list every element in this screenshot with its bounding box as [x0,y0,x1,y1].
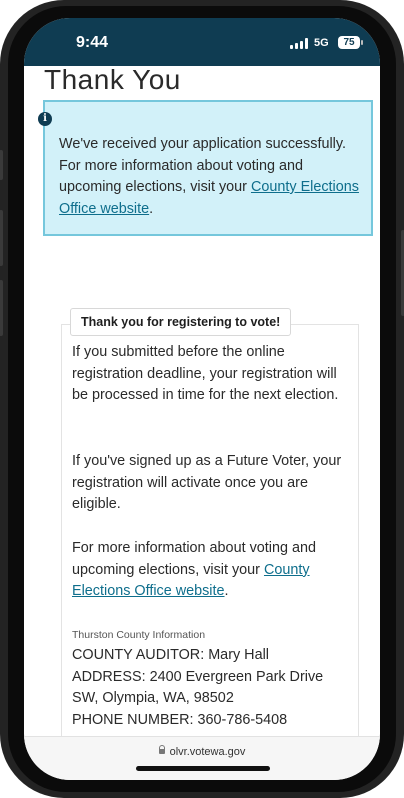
volume-down-button [0,280,3,336]
info-icon: i [38,112,52,126]
page-content[interactable]: Thank You i We've received your applicat… [24,66,380,738]
card-heading: Thank you for registering to vote! [70,308,292,336]
deadline-paragraph: If you submitted before the online regis… [72,344,339,404]
county-phone: PHONE NUMBER: 360-786-5408 [72,712,288,729]
status-bar: 9:44 5G 75 [24,18,380,66]
phone-frame: 9:44 5G 75 Thank You i We've received yo… [0,0,404,798]
alert-message: We've received your application successf… [59,134,367,220]
home-indicator[interactable] [136,766,270,771]
silent-switch [0,150,3,180]
county-info: COUNTY AUDITOR: Mary Hall ADDRESS: 2400 … [72,645,352,732]
more-info-text-end: . [224,583,229,600]
more-info-paragraph: For more information about voting and up… [72,538,352,603]
success-alert: i We've received your application succes… [38,100,373,236]
signal-icon [290,38,308,49]
url-text: olvr.votewa.gov [169,746,246,758]
battery-icon: 75 [338,36,360,49]
url-display[interactable]: olvr.votewa.gov [24,744,380,758]
county-auditor: COUNTY AUDITOR: Mary Hall [72,647,269,663]
volume-up-button [0,210,3,266]
battery-tip [361,40,363,45]
network-type: 5G [314,37,329,49]
status-time: 9:44 [76,34,109,51]
lock-icon [158,744,165,754]
browser-address-bar[interactable]: olvr.votewa.gov [24,736,380,780]
screen: 9:44 5G 75 Thank You i We've received yo… [24,18,380,780]
page-title: Thank You [44,66,181,95]
future-voter-paragraph: If you've signed up as a Future Voter, y… [72,453,342,513]
county-info-label: Thurston County Information [72,629,206,641]
county-address: ADDRESS: 2400 Evergreen Park Drive SW, O… [72,668,324,707]
alert-text-end: . [149,200,154,217]
